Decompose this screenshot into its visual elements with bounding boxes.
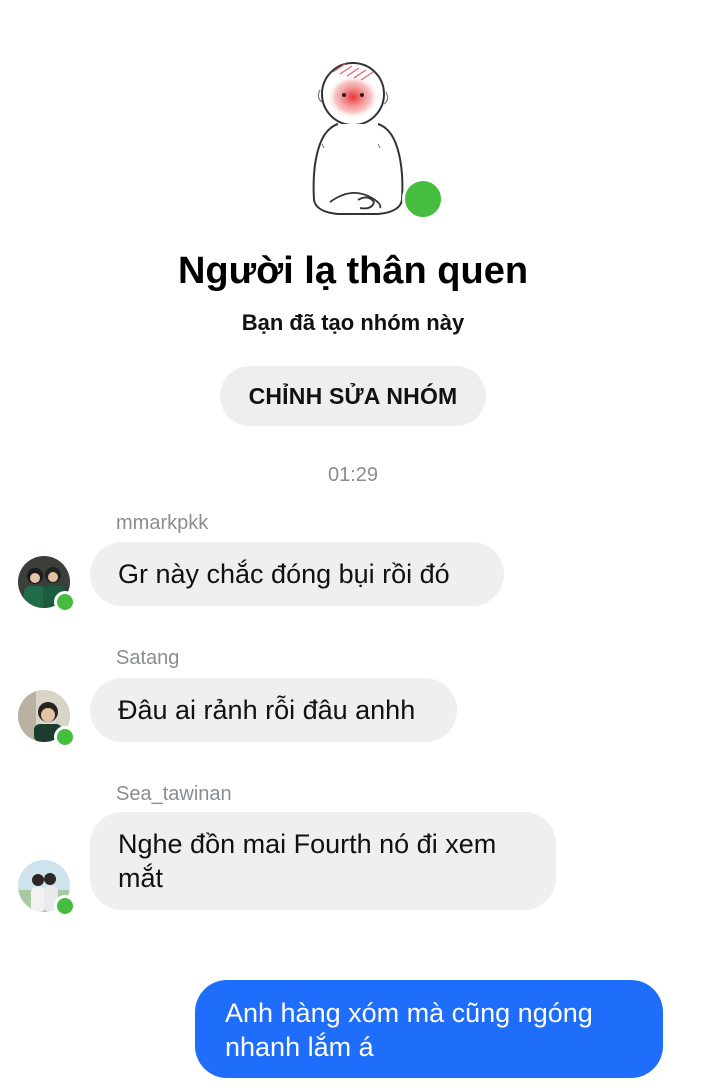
online-status-dot (54, 591, 76, 613)
outgoing-message-bubble[interactable]: Anh hàng xóm mà cũng ngóng nhanh lắm á (195, 980, 663, 1078)
group-online-indicator (402, 178, 444, 220)
online-status-dot (54, 726, 76, 748)
sender-name: mmarkpkk (116, 512, 209, 534)
message-bubble[interactable]: Gr này chắc đóng bụi rồi đó (90, 542, 504, 606)
message-bubble[interactable]: Đâu ai rảnh rỗi đâu anhh (90, 678, 457, 742)
sender-name: Satang (116, 647, 180, 669)
message-timestamp: 01:29 (327, 464, 379, 486)
group-title: Người lạ thân quen (177, 250, 529, 292)
message-bubble[interactable]: Nghe đồn mai Fourth nó đi xem mắt (90, 812, 556, 910)
edit-group-button[interactable]: CHỈNH SỬA NHÓM (220, 366, 486, 426)
online-status-dot (54, 895, 76, 917)
group-created-note: Bạn đã tạo nhóm này (241, 310, 465, 335)
sender-name: Sea_tawinan (116, 783, 232, 805)
